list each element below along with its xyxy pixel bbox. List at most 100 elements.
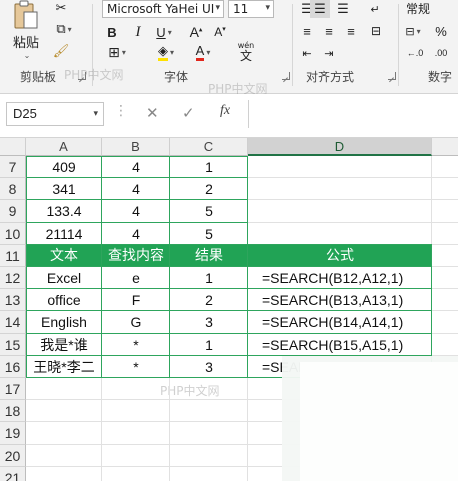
merge-button[interactable]: ⊟ [366,22,386,40]
cell-a9[interactable]: 133.4 [26,200,102,222]
column-header-a[interactable]: A [26,138,102,156]
row-header[interactable]: 13 [0,289,26,312]
cell-a10[interactable]: 21114 [26,223,102,245]
align-bottom-button[interactable]: ☰ [334,0,352,18]
cell-d8[interactable] [248,178,432,200]
cell-a7[interactable]: 409 [26,156,102,178]
cell-a14[interactable]: English [26,311,102,333]
cell-b8[interactable]: 4 [102,178,170,200]
cell-b16[interactable]: * [102,356,170,378]
name-box[interactable]: D25 ▾ [6,102,104,126]
row-header[interactable]: 7 [0,156,26,179]
font-color-button[interactable]: A ▾ [188,42,218,62]
formula-input[interactable] [248,100,458,128]
wrap-text-button[interactable]: ↵ [366,0,384,18]
insert-function-button[interactable]: fx [220,103,230,119]
cell-c16[interactable]: 3 [170,356,248,378]
row-header[interactable]: 9 [0,200,26,223]
cell-c14[interactable]: 3 [170,311,248,333]
cell-b17[interactable] [102,378,170,400]
cell-a17[interactable] [26,378,102,400]
cell-c18[interactable] [170,400,248,422]
italic-button[interactable]: I [128,22,148,42]
cell-a8[interactable]: 341 [26,178,102,200]
row-header[interactable]: 14 [0,311,26,334]
cell-d15[interactable]: =SEARCH(B15,A15,1) [248,334,432,356]
enter-icon[interactable]: ✓ [182,104,195,122]
decrease-indent-button[interactable]: ⇤ [298,44,316,62]
row-header[interactable]: 15 [0,333,26,356]
column-header-e[interactable] [432,138,458,156]
row-header[interactable]: 10 [0,222,26,245]
increase-decimal-button[interactable]: ←.0 [404,44,426,62]
cell-b10[interactable]: 4 [102,223,170,245]
phonetic-button[interactable]: wén 文 [228,40,264,64]
column-header-b[interactable]: B [102,138,170,156]
cell-c9[interactable]: 5 [170,200,248,222]
cell-c7[interactable]: 1 [170,156,248,178]
cell-d9[interactable] [248,200,432,222]
cell-a18[interactable] [26,400,102,422]
font-size-select[interactable]: 11 ▾ [228,0,274,18]
copy-button[interactable]: ⧉ ▾ [50,20,78,38]
cell-c12[interactable]: 1 [170,267,248,289]
table-header-cell[interactable]: 结果 [170,244,248,267]
cell-c19[interactable] [170,422,248,444]
cell-d14[interactable]: =SEARCH(B14,A14,1) [248,311,432,333]
cell-b14[interactable]: G [102,311,170,333]
cell-a19[interactable] [26,422,102,444]
align-middle-button[interactable]: ☰ [310,0,330,18]
accounting-button[interactable]: ⊟ ▾ [404,22,422,40]
cell-b12[interactable]: e [102,267,170,289]
align-center-button[interactable]: ≡ [320,22,338,40]
cell-b7[interactable]: 4 [102,156,170,178]
alignment-launcher-icon[interactable] [388,72,396,80]
cell-a13[interactable]: office [26,289,102,311]
cell-b13[interactable]: F [102,289,170,311]
cell-b21[interactable] [102,467,170,481]
cell-c17[interactable] [170,378,248,400]
table-header-cell[interactable]: 文本 [26,244,102,267]
table-header-cell[interactable]: 查找内容 [102,244,170,267]
cell-c10[interactable]: 5 [170,223,248,245]
row-header[interactable]: 12 [0,267,26,290]
row-header[interactable]: 11 [0,244,26,267]
cell-a21[interactable] [26,467,102,481]
cell-c20[interactable] [170,445,248,467]
cut-button[interactable]: ✂ [52,0,70,16]
cell-b18[interactable] [102,400,170,422]
paste-button[interactable]: 粘贴 ⌄ [6,0,46,60]
cell-c15[interactable]: 1 [170,334,248,356]
cell-d13[interactable]: =SEARCH(B13,A13,1) [248,289,432,311]
font-name-select[interactable]: Microsoft YaHei UI ▾ [102,0,224,18]
column-header-d[interactable]: D [248,138,432,156]
align-right-button[interactable]: ≡ [342,22,360,40]
column-header-c[interactable]: C [170,138,248,156]
cell-a15[interactable]: 我是*谁 [26,334,102,356]
bold-button[interactable]: B [102,22,122,42]
row-header[interactable]: 21 [0,466,26,481]
row-header[interactable]: 8 [0,178,26,201]
decrease-font-button[interactable]: A▾ [210,22,230,42]
cell-c21[interactable] [170,467,248,481]
cell-d7[interactable] [248,156,432,178]
cell-c8[interactable]: 2 [170,178,248,200]
fill-color-button[interactable]: ◈ ▾ [150,42,182,62]
borders-button[interactable]: ⊞ ▾ [102,42,132,62]
increase-font-button[interactable]: A▴ [186,22,206,42]
row-header[interactable]: 16 [0,355,26,378]
cancel-icon[interactable]: ✕ [146,104,159,122]
cell-b15[interactable]: * [102,334,170,356]
percent-button[interactable]: % [432,22,450,40]
cell-c13[interactable]: 2 [170,289,248,311]
select-all-corner[interactable] [0,138,26,156]
decrease-decimal-button[interactable]: .00 [430,44,452,62]
font-launcher-icon[interactable] [282,72,290,80]
align-left-button[interactable]: ≡ [298,22,316,40]
row-header[interactable]: 20 [0,444,26,467]
row-header[interactable]: 18 [0,400,26,423]
table-header-cell[interactable]: 公式 [248,244,432,267]
number-format-select[interactable]: 常规 [406,0,458,16]
cell-b9[interactable]: 4 [102,200,170,222]
row-header[interactable]: 17 [0,378,26,401]
